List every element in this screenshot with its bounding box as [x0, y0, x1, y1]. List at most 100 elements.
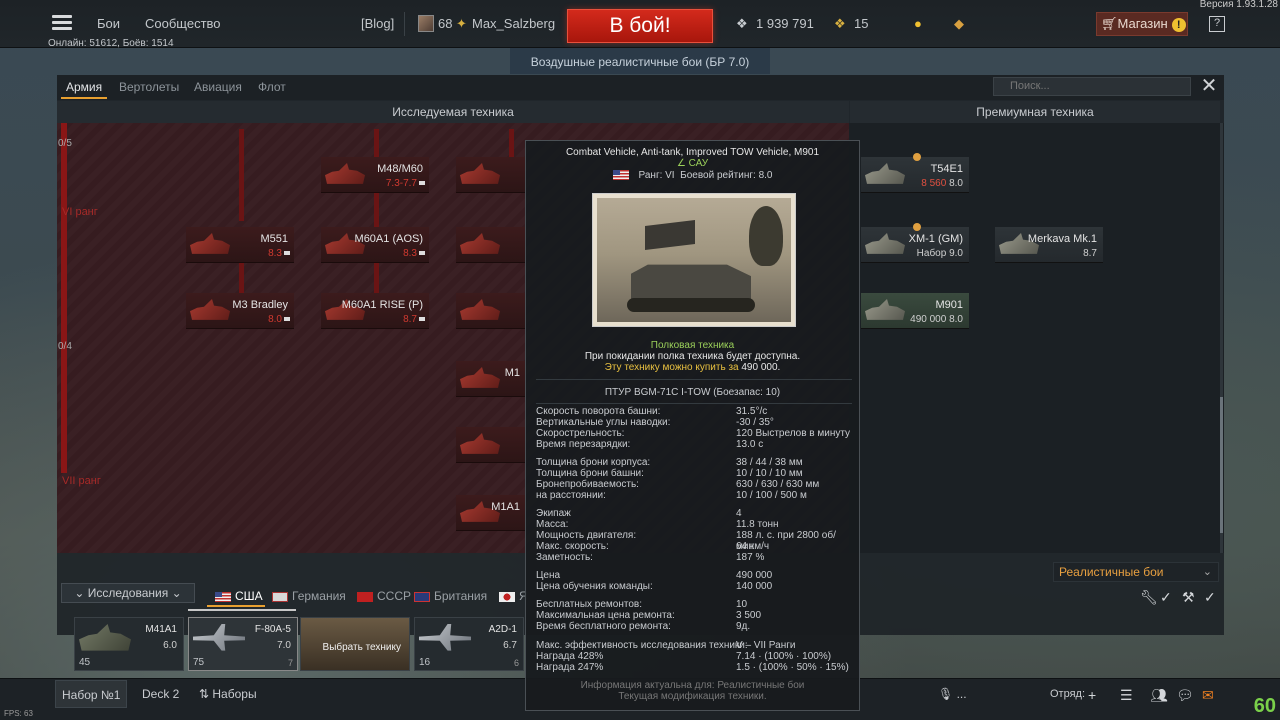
sort-icon: ⇅	[199, 687, 213, 701]
nation-germany[interactable]: Германия	[272, 589, 346, 603]
vehicle-card-m3-bradley[interactable]: M3 Bradley 8.0	[186, 293, 294, 329]
crew-slot[interactable]: A2D-1 6.7 16 6	[414, 617, 524, 671]
slot-vehicle-name: M41A1	[145, 624, 177, 635]
close-icon[interactable]: ✕	[1200, 76, 1218, 96]
stat-row: Цена 490 000	[536, 570, 852, 581]
check-icon[interactable]: ✓	[1160, 589, 1172, 606]
stat-key: Макс. эффективность исследования техники…	[536, 640, 748, 651]
battle-mode-dropdown[interactable]: Реалистичные бои ⌄	[1053, 562, 1219, 582]
lightbulb-icon[interactable]: ●	[914, 16, 922, 31]
vehicle-type: ∠ САУ	[526, 158, 859, 169]
nation-britain[interactable]: Британия	[414, 589, 487, 603]
stat-value: 10 / 100 / 500 м	[736, 490, 807, 501]
repair-all-icon[interactable]: ⚒	[1182, 589, 1195, 606]
nation-ussr[interactable]: СССР	[357, 589, 411, 603]
wrench-icon[interactable]: 🔧︎	[1140, 589, 1158, 606]
game-mode-label[interactable]: Воздушные реалистичные бои (БР 7.0)	[510, 48, 770, 74]
stat-row: Максимальная цена ремонта: 3 500	[536, 610, 852, 621]
crew-slot[interactable]: M41A1 6.0 45	[74, 617, 184, 671]
add-squad-icon[interactable]: +	[1088, 687, 1096, 703]
mail-icon[interactable]: ✉	[1202, 687, 1214, 704]
status-icon	[419, 317, 425, 321]
buy-note: Эту технику можно купить за	[604, 362, 739, 373]
premium-card-xm1-gm[interactable]: XM-1 (GM) Набор 9.0	[861, 223, 969, 263]
tab-aviation[interactable]: Авиация	[194, 80, 242, 94]
chat-icon[interactable]: 💬︎	[1176, 687, 1194, 704]
vehicle-card-m551[interactable]: M551 8.3	[186, 227, 294, 263]
microphone-icon: 🎙︎	[938, 687, 954, 701]
select-vehicle-label: Выбрать технику	[322, 642, 401, 653]
tab-bar: Армия Вертолеты Авиация Флот Поиск... ✕	[57, 75, 1224, 100]
stat-value: 31.5°/с	[736, 406, 768, 417]
presets-button[interactable]: ⇅ Наборы	[199, 680, 257, 708]
help-icon[interactable]: ?	[1209, 16, 1225, 32]
community-menu[interactable]: Сообщество	[145, 16, 221, 31]
flag-icon	[414, 591, 430, 602]
rank-count: 0/5	[58, 138, 72, 149]
premium-icon	[913, 153, 921, 161]
vehicle-card-m1a1[interactable]: M1A1	[456, 495, 526, 531]
tank-icon	[865, 233, 905, 254]
preset-tab-1[interactable]: Набор №1	[55, 680, 128, 708]
stat-value: 9д.	[736, 621, 751, 632]
shop-button[interactable]: 🛒︎Магазин!	[1096, 12, 1188, 36]
scrollbar-thumb[interactable]	[1220, 397, 1223, 533]
vehicle-br: 8.3	[403, 248, 417, 259]
premium-card-t54e1[interactable]: T54E1 8 560 8.0	[861, 153, 969, 193]
vehicle-name: M551	[260, 233, 288, 245]
vehicle-card[interactable]	[456, 293, 526, 329]
premium-card-merkava[interactable]: Merkava Mk.1 8.7	[995, 227, 1103, 263]
stat-value: 630 / 630 / 630 мм	[736, 479, 820, 490]
vehicle-price: 8 560	[921, 178, 947, 189]
rank-progress-bar	[61, 123, 67, 473]
tank-icon	[460, 367, 500, 388]
status-icon	[284, 317, 290, 321]
player-level: 68	[438, 16, 453, 31]
crew-slot[interactable]: F-80A-5 7.0 75 7	[188, 617, 298, 671]
vehicle-card[interactable]	[456, 427, 526, 463]
player-name[interactable]: Max_Salzberg	[472, 16, 555, 31]
vehicle-name: M60A1 RISE (P)	[341, 299, 423, 311]
preset-tab-2[interactable]: Deck 2	[142, 680, 179, 708]
to-battle-button[interactable]: В бой!	[567, 9, 713, 43]
vehicle-card-m1[interactable]: M1	[456, 361, 526, 397]
research-tab[interactable]: ⌄ Исследования ⌄	[61, 583, 195, 603]
tree-connector	[374, 129, 379, 157]
stat-key: Максимальная цена ремонта:	[536, 610, 675, 621]
slot-br: 7.0	[277, 640, 291, 651]
nation-japan[interactable]: Я	[499, 589, 528, 603]
stat-value: 7.14 · (100% · 100%)	[736, 651, 832, 662]
vehicle-card-m60a1-aos[interactable]: M60A1 (AOS) 8.3	[321, 227, 429, 263]
tank-icon	[79, 624, 131, 651]
nation-usa[interactable]: США	[215, 589, 263, 603]
tab-fleet[interactable]: Флот	[258, 80, 286, 94]
menu-icon[interactable]	[52, 15, 72, 31]
vehicle-card-m48m60[interactable]: M48/M60 7.3-7.7	[321, 157, 429, 193]
tab-helicopters[interactable]: Вертолеты	[119, 80, 179, 94]
stat-value: 4	[736, 508, 742, 519]
vehicle-card-m60a1-rise[interactable]: M60A1 RISE (P) 8.7	[321, 293, 429, 329]
premium-card-m901[interactable]: M901 490 000 8.0	[861, 293, 969, 329]
stat-key: Макс. скорость:	[536, 541, 609, 552]
tab-army[interactable]: Армия	[66, 80, 102, 94]
crew-slot-empty[interactable]: Выбрать технику	[300, 617, 410, 671]
list-icon[interactable]: ☰	[1120, 687, 1133, 704]
premium-icon	[913, 223, 921, 231]
stat-row: Бесплатных ремонтов: 10	[536, 599, 852, 610]
crew-count: 7	[287, 658, 293, 668]
tree-connector	[509, 129, 514, 157]
premium-icon[interactable]: ◆	[954, 16, 964, 32]
search-input[interactable]: Поиск...	[993, 77, 1191, 96]
voice-chat-button[interactable]: 🎙︎ ...	[938, 680, 967, 708]
avatar[interactable]	[418, 15, 434, 32]
friends-icon[interactable]: 👥︎	[1150, 687, 1168, 704]
vehicle-card[interactable]	[456, 157, 526, 193]
active-nation-indicator	[207, 605, 265, 607]
stat-row: Скорострельность: 120 Выстрелов в минуту	[536, 428, 852, 439]
blog-link[interactable]: [Blog]	[361, 16, 394, 31]
vehicle-card[interactable]	[456, 227, 526, 263]
check-all-icon[interactable]: ✓	[1204, 589, 1216, 606]
vehicle-br: 8.7	[1083, 248, 1097, 259]
silver-lions-balance: 1 939 791	[756, 16, 814, 31]
battles-menu[interactable]: Бои	[97, 16, 120, 31]
